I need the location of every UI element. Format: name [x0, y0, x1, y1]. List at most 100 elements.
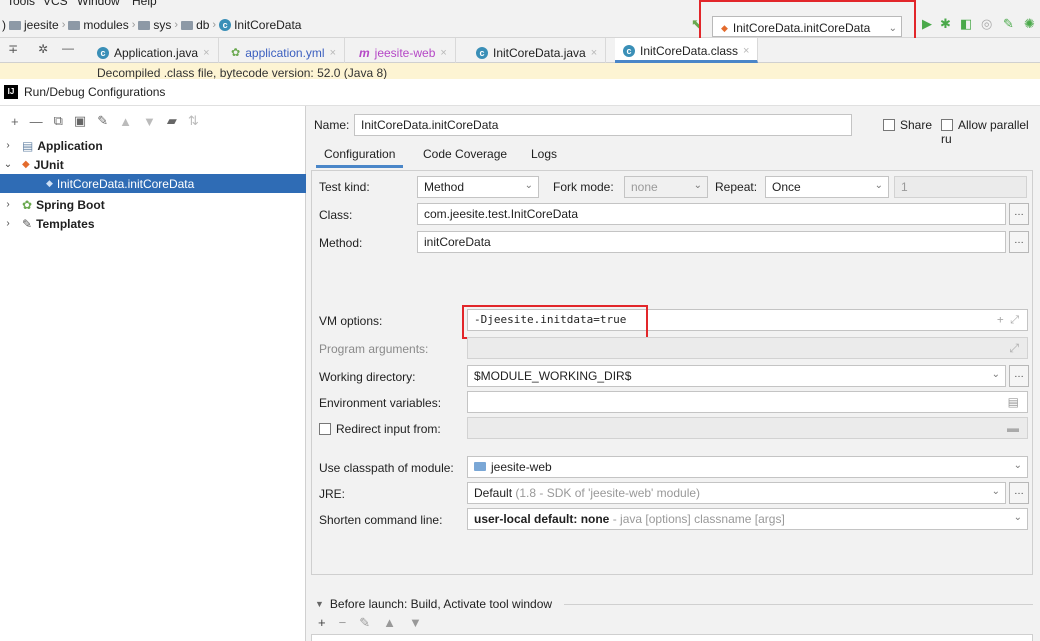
chevron-right-icon[interactable]: › [2, 140, 14, 151]
tab-application-java[interactable]: c Application.java × [89, 38, 219, 63]
browse-workdir-button[interactable]: … [1009, 365, 1029, 387]
dialog-title-bar: IJ Run/Debug Configurations [0, 79, 1040, 106]
classpath-select[interactable]: jeesite-web ⌄ [467, 456, 1028, 478]
run-icon[interactable]: ▶ [922, 16, 932, 32]
fork-mode-value: none [631, 180, 658, 194]
settings-icon[interactable]: ✺ [1024, 16, 1035, 32]
env-vars-field[interactable]: ▤ [467, 391, 1028, 413]
add-icon[interactable]: + [318, 615, 326, 631]
close-icon[interactable]: × [330, 47, 336, 59]
module-icon [474, 462, 486, 471]
breadcrumb: ) jeesite › modules › sys › db › c InitC… [2, 18, 301, 32]
wrench-icon[interactable]: ✎ [97, 113, 108, 129]
move-down-icon[interactable]: ▼ [143, 114, 156, 129]
tab-initcoredata-java[interactable]: c InitCoreData.java × [468, 38, 607, 63]
menu-tools[interactable]: Tools [7, 0, 35, 8]
parallel-checkbox[interactable]: Allow parallel ru [941, 118, 1040, 146]
tab-label: Application.java [114, 45, 199, 60]
jre-hint: (1.8 - SDK of 'jeesite-web' module) [515, 486, 701, 500]
program-args-field[interactable]: ⤢ [467, 337, 1028, 359]
move-down-icon[interactable]: ▼ [409, 615, 422, 631]
minus-icon[interactable]: — [62, 41, 74, 55]
gear-icon[interactable]: ✲ [38, 42, 48, 56]
editor-tab-bar: ∓ ✲ — c Application.java × ✿ application… [0, 38, 1040, 63]
close-icon[interactable]: × [591, 47, 597, 59]
tab-configuration[interactable]: Configuration [316, 142, 404, 168]
checkbox-box[interactable] [319, 423, 331, 435]
tab-logs[interactable]: Logs [523, 142, 565, 168]
breadcrumb-jeesite[interactable]: jeesite [24, 18, 59, 32]
tree-item-templates[interactable]: › ✎ Templates [0, 214, 306, 233]
tab-application-yml[interactable]: ✿ application.yml × [223, 38, 346, 63]
env-vars-label: Environment variables: [319, 396, 442, 410]
edit-icon[interactable]: ✎ [359, 615, 370, 631]
redirect-checkbox[interactable]: Redirect input from: [319, 422, 441, 436]
collapse-icon[interactable]: ▼ [315, 599, 324, 609]
menu-help[interactable]: Help [132, 0, 157, 8]
breadcrumb-db[interactable]: db [196, 18, 209, 32]
checkbox-box[interactable] [941, 119, 953, 131]
sort-icon[interactable]: ⇅ [188, 113, 199, 129]
shorten-cmd-select[interactable]: user-local default: none - java [options… [467, 508, 1028, 530]
tab-initcoredata-class[interactable]: c InitCoreData.class × [615, 38, 759, 63]
checkbox-box[interactable] [883, 119, 895, 131]
add-icon[interactable]: + [11, 114, 19, 129]
before-launch-toolbar: + − ✎ ▲ ▼ [318, 615, 422, 631]
debug-icon[interactable]: ✱ [940, 16, 951, 32]
before-launch-section[interactable]: ▼ Before launch: Build, Activate tool wi… [315, 597, 1033, 611]
folder-move-icon[interactable]: ▰ [167, 113, 177, 129]
remove-icon[interactable]: — [30, 114, 43, 129]
remove-icon[interactable]: − [339, 615, 347, 631]
move-up-icon[interactable]: ▲ [383, 615, 396, 631]
coverage-icon[interactable]: ◧ [960, 16, 972, 32]
expand-icon[interactable]: + ⤢ [997, 313, 1019, 327]
shorten-cmd-value: user-local default: none [474, 512, 610, 526]
expand-icon[interactable]: ⤢ [1009, 341, 1019, 356]
tree-item-application[interactable]: › ▤ Application [0, 136, 306, 155]
chevron-down-icon[interactable]: ⌄ [2, 159, 14, 170]
jre-select[interactable]: Default (1.8 - SDK of 'jeesite-web' modu… [467, 482, 1006, 504]
repeat-select[interactable]: Once ⌄ [765, 176, 889, 198]
browse-jre-button[interactable]: … [1009, 482, 1029, 504]
browse-method-button[interactable]: … [1009, 231, 1029, 253]
build-icon[interactable]: ✎ [1003, 16, 1014, 32]
breadcrumb-initcoredata[interactable]: InitCoreData [234, 18, 301, 32]
close-icon[interactable]: × [440, 47, 446, 59]
chevron-down-icon: ⌄ [991, 486, 1000, 497]
menu-window[interactable]: Window [77, 0, 120, 8]
chevron-down-icon: ⌄ [991, 369, 1000, 380]
folder-icon[interactable]: ▬ [1007, 421, 1019, 435]
tree-item-initcoredata[interactable]: ◆ InitCoreData.initCoreData [0, 174, 306, 193]
share-checkbox[interactable]: Share [883, 118, 932, 132]
move-up-icon[interactable]: ▲ [119, 114, 132, 129]
redirect-field[interactable]: ▬ [467, 417, 1028, 439]
before-launch-list[interactable] [311, 634, 1033, 641]
browse-class-button[interactable]: … [1009, 203, 1029, 225]
vm-options-label: VM options: [319, 314, 383, 328]
fork-mode-select[interactable]: none ⌄ [624, 176, 708, 198]
classpath-label: Use classpath of module: [319, 461, 454, 475]
name-field[interactable]: InitCoreData.initCoreData [354, 114, 852, 136]
close-icon[interactable]: × [743, 45, 749, 57]
repeat-count-field[interactable]: 1 [894, 176, 1027, 198]
close-icon[interactable]: × [203, 47, 209, 59]
profile-icon[interactable]: ◎ [981, 16, 992, 32]
working-dir-select[interactable]: $MODULE_WORKING_DIR$ ⌄ [467, 365, 1006, 387]
copy-icon[interactable]: ⧉ [54, 113, 63, 129]
class-field[interactable]: com.jeesite.test.InitCoreData [417, 203, 1006, 225]
method-field[interactable]: initCoreData [417, 231, 1006, 253]
save-icon[interactable]: ▣ [74, 113, 86, 129]
menu-vcs[interactable]: VCS [43, 0, 68, 8]
tab-jeesite-web[interactable]: m jeesite-web × [351, 38, 456, 63]
chevron-right-icon[interactable]: › [2, 199, 14, 210]
document-icon[interactable]: ▤ [1008, 395, 1019, 409]
split-icon[interactable]: ∓ [8, 42, 18, 56]
tree-item-spring-boot[interactable]: › ✿ Spring Boot [0, 195, 306, 214]
breadcrumb-sys[interactable]: sys [153, 18, 171, 32]
chevron-right-icon[interactable]: › [2, 218, 14, 229]
maven-icon: m [359, 45, 370, 60]
test-kind-select[interactable]: Method ⌄ [417, 176, 539, 198]
tab-code-coverage[interactable]: Code Coverage [415, 142, 515, 168]
tree-item-junit[interactable]: ⌄ ◆ JUnit [0, 155, 306, 174]
breadcrumb-modules[interactable]: modules [83, 18, 128, 32]
